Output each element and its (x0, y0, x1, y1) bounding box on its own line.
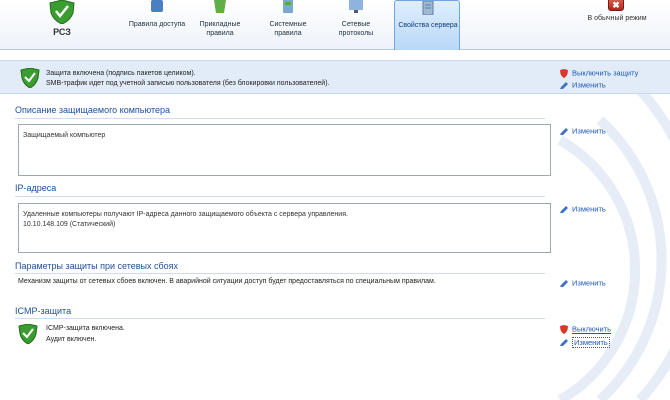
pencil-icon (560, 338, 568, 346)
pencil-icon (560, 127, 568, 135)
description-textbox: Защищаемый компьютер (18, 124, 551, 176)
icmp-audit-status: Аудит включен. (46, 336, 97, 343)
shield-check-icon (18, 324, 38, 344)
tab-label: Прикладные правила (199, 21, 241, 37)
rsz-button[interactable]: РСЗ (40, 0, 84, 50)
ip-textbox: Удаленные компьютеры получают IP-адреса … (18, 203, 551, 253)
tab-network-protocols[interactable]: Сетевые протоколы (326, 0, 386, 50)
toolbar: РСЗ Правила доступа Прикладные правила С… (0, 0, 670, 50)
icmp-section-title: ICMP-защита (15, 306, 72, 316)
failure-text: Механизм защиты от сетевых сбоев включен… (18, 278, 436, 285)
tab-system-rules[interactable]: Системные правила (258, 0, 318, 50)
normal-mode-label: В обычный режим (587, 15, 647, 22)
description-text: Защищаемый компьютер (23, 132, 106, 139)
tab-access-rules[interactable]: Правила доступа (127, 0, 187, 50)
system-rules-icon (283, 0, 293, 13)
status-line-2: SMB-трафик идет под учетной записью поль… (46, 80, 330, 87)
ip-section-title: IP-адреса (15, 183, 57, 193)
red-shield-icon (560, 324, 568, 334)
shield-check-icon (49, 0, 75, 24)
divider (15, 273, 545, 274)
access-rules-icon (151, 0, 163, 12)
tab-server-properties[interactable]: Свойства сервера (394, 0, 460, 50)
icmp-edit-link[interactable]: Изменить (559, 336, 610, 348)
tab-application-rules[interactable]: Прикладные правила (190, 0, 250, 50)
pencil-icon (560, 81, 568, 89)
divider (15, 118, 545, 119)
description-edit-link[interactable]: Изменить (559, 126, 606, 136)
failure-section-title: Параметры защиты при сетевых сбоях (15, 261, 179, 271)
ip-edit-link[interactable]: Изменить (559, 204, 606, 214)
tab-label: Свойства сервера (398, 22, 458, 29)
divider (15, 196, 545, 197)
pencil-icon (560, 279, 568, 287)
tab-label: Правила доступа (128, 21, 186, 28)
tab-label: Сетевые протоколы (338, 21, 374, 37)
red-shield-icon (560, 68, 568, 78)
disable-protection-link[interactable]: Выключить защиту (559, 68, 638, 78)
icmp-status: ICMP-защита включена. (46, 325, 125, 332)
ip-description: Удаленные компьютеры получают IP-адреса … (23, 211, 348, 218)
ip-address: 10.10.148.109 (Статический) (23, 221, 116, 228)
divider (15, 318, 545, 319)
application-rules-icon (214, 0, 226, 13)
server-properties-icon (422, 1, 434, 15)
tab-label: Системные правила (269, 21, 307, 37)
rsz-label: РСЗ (53, 27, 71, 37)
status-edit-link[interactable]: Изменить (559, 80, 606, 90)
close-icon: ✖ (608, 0, 624, 11)
shield-check-icon (20, 68, 40, 88)
description-section-title: Описание защищаемого компьютера (15, 105, 171, 115)
network-protocols-icon (349, 0, 363, 13)
pencil-icon (560, 205, 568, 213)
failure-edit-link[interactable]: Изменить (559, 278, 606, 288)
status-line-1: Защита включена (подпись пакетов целиком… (46, 70, 196, 77)
normal-mode-button[interactable]: ✖ В обычный режим (572, 0, 662, 30)
icmp-disable-link[interactable]: Выключить (559, 324, 611, 334)
